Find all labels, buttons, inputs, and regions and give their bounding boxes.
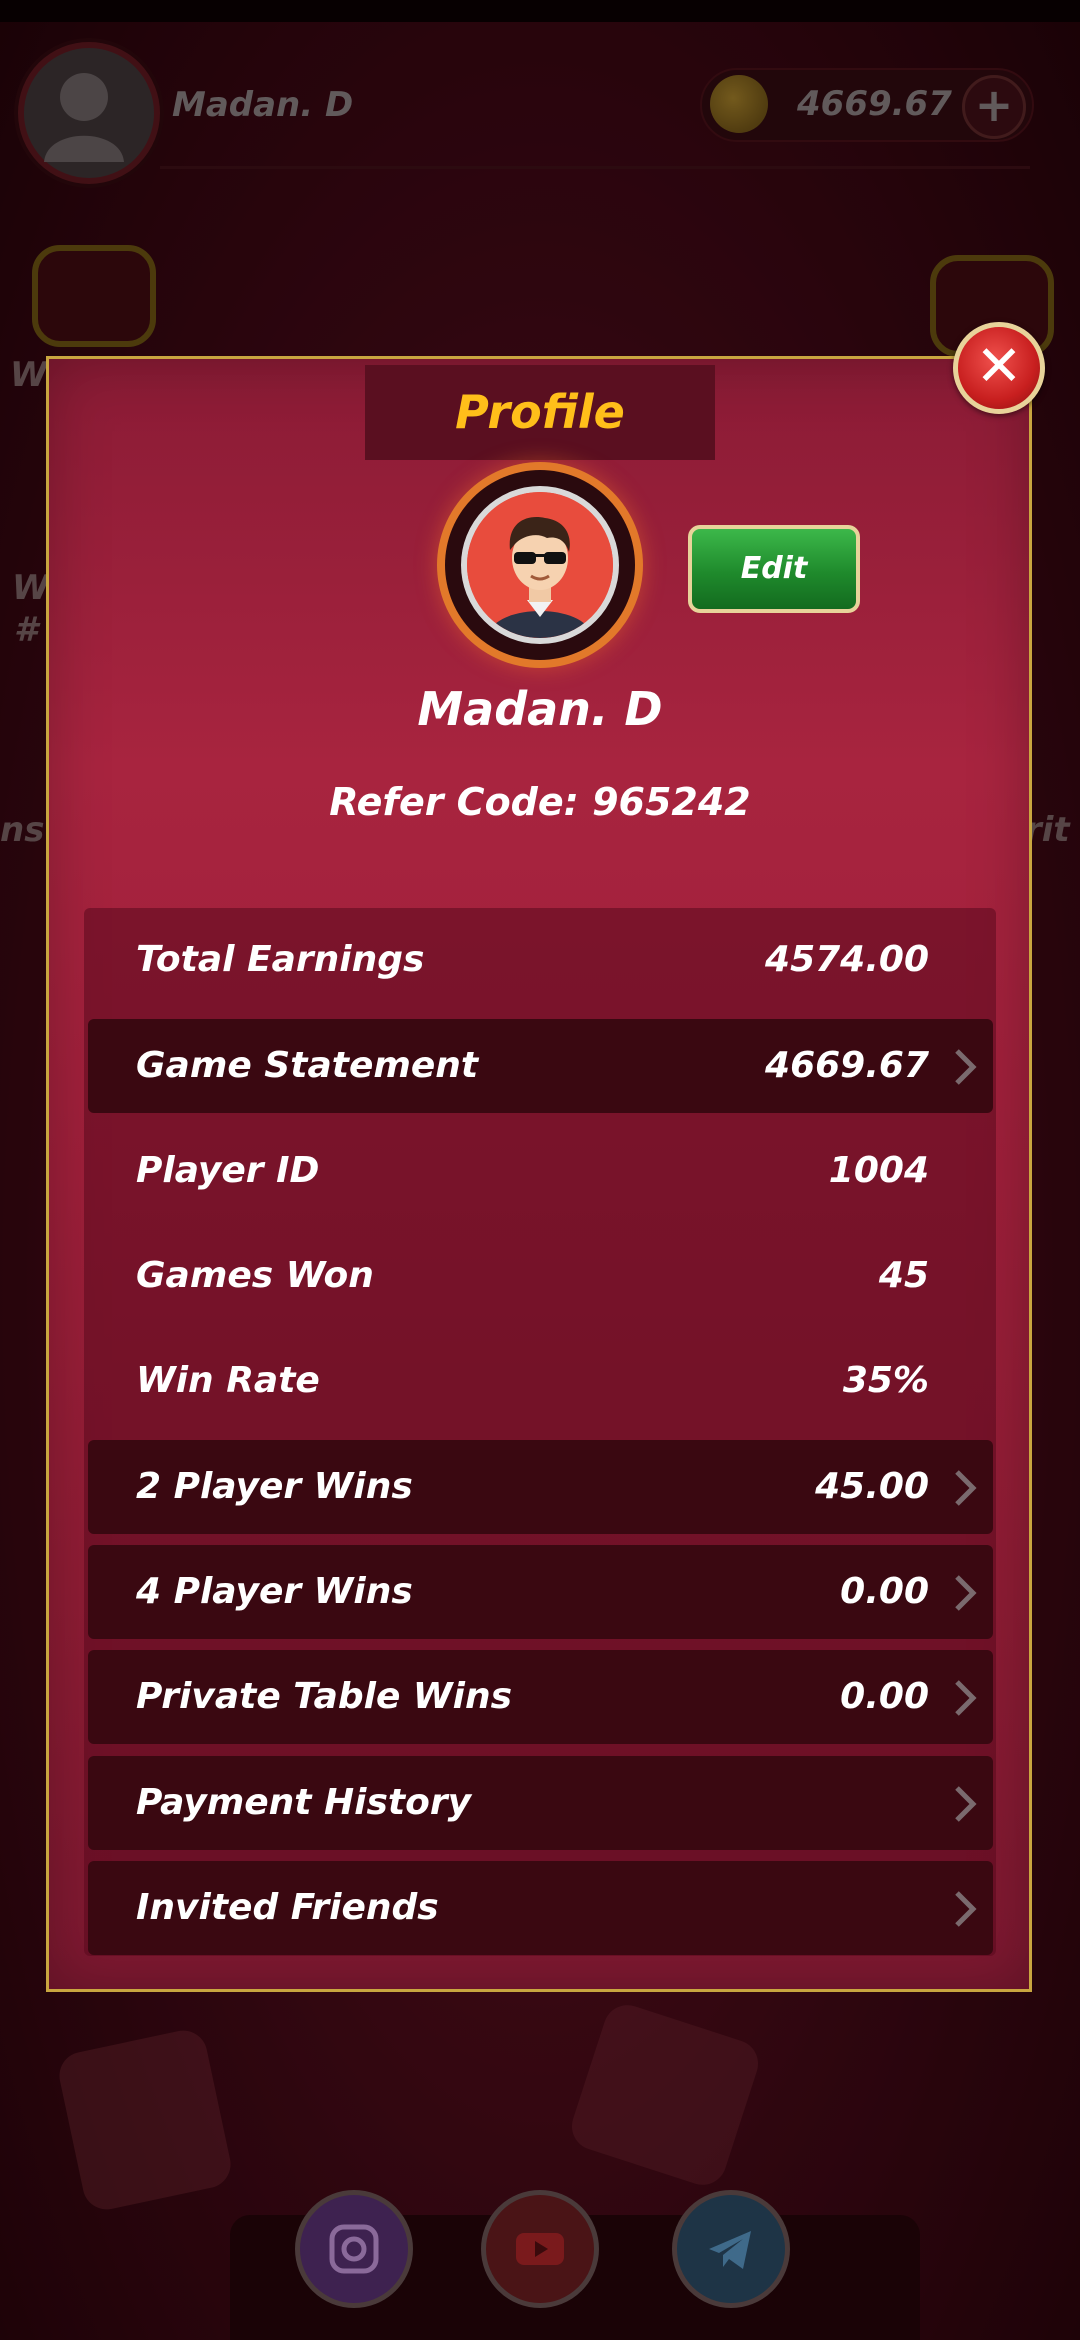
profile-avatar[interactable] (445, 470, 635, 660)
stat-label: Win Rate (136, 1360, 320, 1401)
stat-row-2-player-wins[interactable]: 2 Player Wins 45.00 (88, 1440, 993, 1534)
stat-label: Invited Friends (136, 1887, 439, 1928)
close-button[interactable]: ✕ (953, 322, 1045, 414)
stat-label: 4 Player Wins (136, 1571, 413, 1612)
stat-row-game-statement[interactable]: Game Statement 4669.67 (88, 1019, 993, 1113)
stat-row-invited-friends[interactable]: Invited Friends (88, 1861, 993, 1955)
stat-value: 1004 (828, 1150, 929, 1191)
telegram-button[interactable] (672, 2190, 790, 2308)
man-avatar-icon (467, 492, 613, 638)
chevron-right-icon (955, 1891, 977, 1927)
stat-label: 2 Player Wins (136, 1466, 413, 1507)
close-icon: ✕ (975, 334, 1023, 399)
stat-value: 45.00 (815, 1466, 929, 1507)
modal-title-box: Profile (365, 365, 715, 460)
stat-row-games-won: Games Won 45 (88, 1229, 993, 1323)
chevron-right-icon (955, 1680, 977, 1716)
modal-title: Profile (455, 385, 625, 439)
avatar-image (461, 486, 619, 644)
stat-row-payment-history[interactable]: Payment History (88, 1756, 993, 1850)
stat-value: 0.00 (840, 1676, 929, 1717)
stat-label: Game Statement (136, 1045, 479, 1086)
instagram-icon (329, 2224, 379, 2274)
stat-row-private-table-wins[interactable]: Private Table Wins 0.00 (88, 1650, 993, 1744)
stat-label: Payment History (136, 1782, 472, 1823)
stat-label: Total Earnings (136, 939, 425, 980)
edit-profile-button[interactable]: Edit (688, 525, 860, 613)
chevron-right-icon (955, 1470, 977, 1506)
stat-value: 45 (878, 1255, 929, 1296)
stat-row-total-earnings: Total Earnings 4574.00 (88, 913, 993, 1007)
stat-value: 4574.00 (765, 939, 929, 980)
chevron-right-icon (955, 1049, 977, 1085)
stat-value: 35% (842, 1360, 929, 1401)
stat-label: Games Won (136, 1255, 374, 1296)
stat-row-4-player-wins[interactable]: 4 Player Wins 0.00 (88, 1545, 993, 1639)
chevron-right-icon (955, 1786, 977, 1822)
youtube-button[interactable] (481, 2190, 599, 2308)
refer-code: Refer Code: 965242 (329, 780, 751, 824)
stat-row-win-rate: Win Rate 35% (88, 1334, 993, 1428)
stat-label: Player ID (136, 1150, 320, 1191)
stat-label: Private Table Wins (136, 1676, 513, 1717)
stat-row-player-id: Player ID 1004 (88, 1124, 993, 1218)
telegram-icon (709, 2231, 751, 2269)
stat-value: 4669.67 (765, 1045, 929, 1086)
youtube-icon (516, 2233, 564, 2265)
player-name: Madan. D (417, 682, 663, 736)
chevron-right-icon (955, 1575, 977, 1611)
instagram-button[interactable] (295, 2190, 413, 2308)
stat-value: 0.00 (840, 1571, 929, 1612)
